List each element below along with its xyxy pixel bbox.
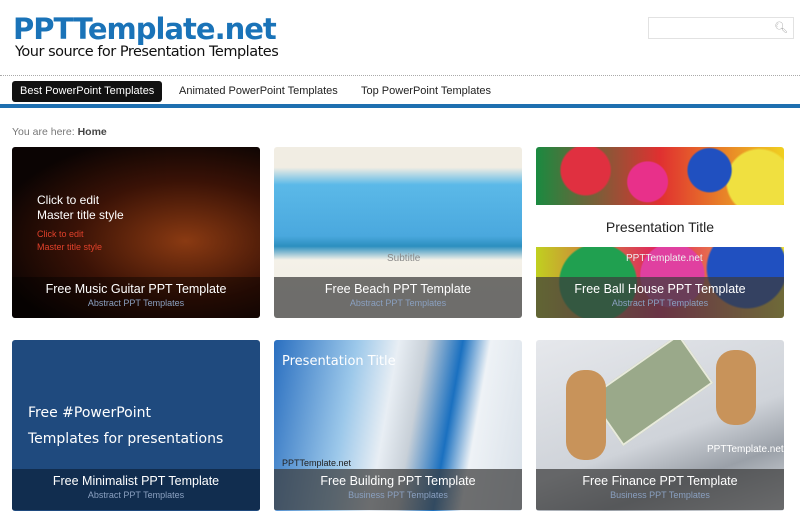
card-category[interactable]: Abstract PPT Templates [12,298,260,308]
site-tagline: Your source for Presentation Templates [15,44,279,60]
template-card[interactable]: Subtitle Free Beach PPT Template Abstract… [274,147,522,318]
template-card[interactable]: PPTTemplate.net Free Finance PPT Templat… [536,340,784,511]
breadcrumb-home[interactable]: Home [78,126,107,138]
slide-text: Click to edit Master title style [37,193,124,222]
card-category[interactable]: Abstract PPT Templates [12,490,260,500]
slide-image [566,370,606,460]
search-icon[interactable]: 🔍︎ [774,21,788,34]
slide-image [716,350,756,425]
card-category[interactable]: Business PPT Templates [274,490,522,500]
search-input[interactable]: 🔍︎ [648,17,794,39]
nav-best-powerpoint-templates[interactable]: Best PowerPoint Templates [12,81,163,102]
main-nav: Best PowerPoint Templates Animated Power… [0,80,800,104]
divider [0,75,800,76]
slide-text: PPTTemplate.net [626,253,703,264]
card-title[interactable]: Free Minimalist PPT Template [12,474,260,488]
card-title[interactable]: Free Music Guitar PPT Template [12,282,260,296]
card-caption: Free Ball House PPT Template Abstract PPT… [536,277,784,318]
slide-text: Click to edit Master title style [37,229,103,252]
site-logo[interactable]: PPTTemplate.net [13,12,277,46]
card-caption: Free Building PPT Template Business PPT T… [274,469,522,510]
card-title[interactable]: Free Beach PPT Template [274,282,522,296]
template-card[interactable]: Presentation Title PPTTemplate.net Free … [274,340,522,511]
card-category[interactable]: Abstract PPT Templates [274,298,522,308]
card-caption: Free Music Guitar PPT Template Abstract P… [12,277,260,318]
slide-text: Subtitle [387,253,421,264]
slide-image [536,147,784,205]
slide-text: Free #PowerPoint Templates for presentati… [28,405,224,447]
card-category[interactable]: Business PPT Templates [536,490,784,500]
breadcrumb: You are here: Home [12,126,107,138]
card-caption: Free Minimalist PPT Template Abstract PPT… [12,469,260,510]
slide-text: Presentation Title [605,219,715,235]
slide-text: Presentation Title [282,354,396,369]
card-title[interactable]: Free Ball House PPT Template [536,282,784,296]
card-title[interactable]: Free Finance PPT Template [536,474,784,488]
template-card[interactable]: Presentation Title PPTTemplate.net Free … [536,147,784,318]
card-caption: Free Finance PPT Template Business PPT Te… [536,469,784,510]
slide-image [588,340,714,447]
slide-text: PPTTemplate.net [707,444,784,455]
card-caption: Free Beach PPT Template Abstract PPT Temp… [274,277,522,318]
card-title[interactable]: Free Building PPT Template [274,474,522,488]
nav-top-powerpoint-templates[interactable]: Top PowerPoint Templates [353,81,499,102]
nav-accent-bar [0,104,800,108]
slide-text: PPTTemplate.net [282,458,352,468]
template-card[interactable]: Free #PowerPoint Templates for presentati… [12,340,260,511]
card-category[interactable]: Abstract PPT Templates [536,298,784,308]
nav-animated-powerpoint-templates[interactable]: Animated PowerPoint Templates [171,81,346,102]
template-card[interactable]: Click to edit Master title style Click to… [12,147,260,318]
